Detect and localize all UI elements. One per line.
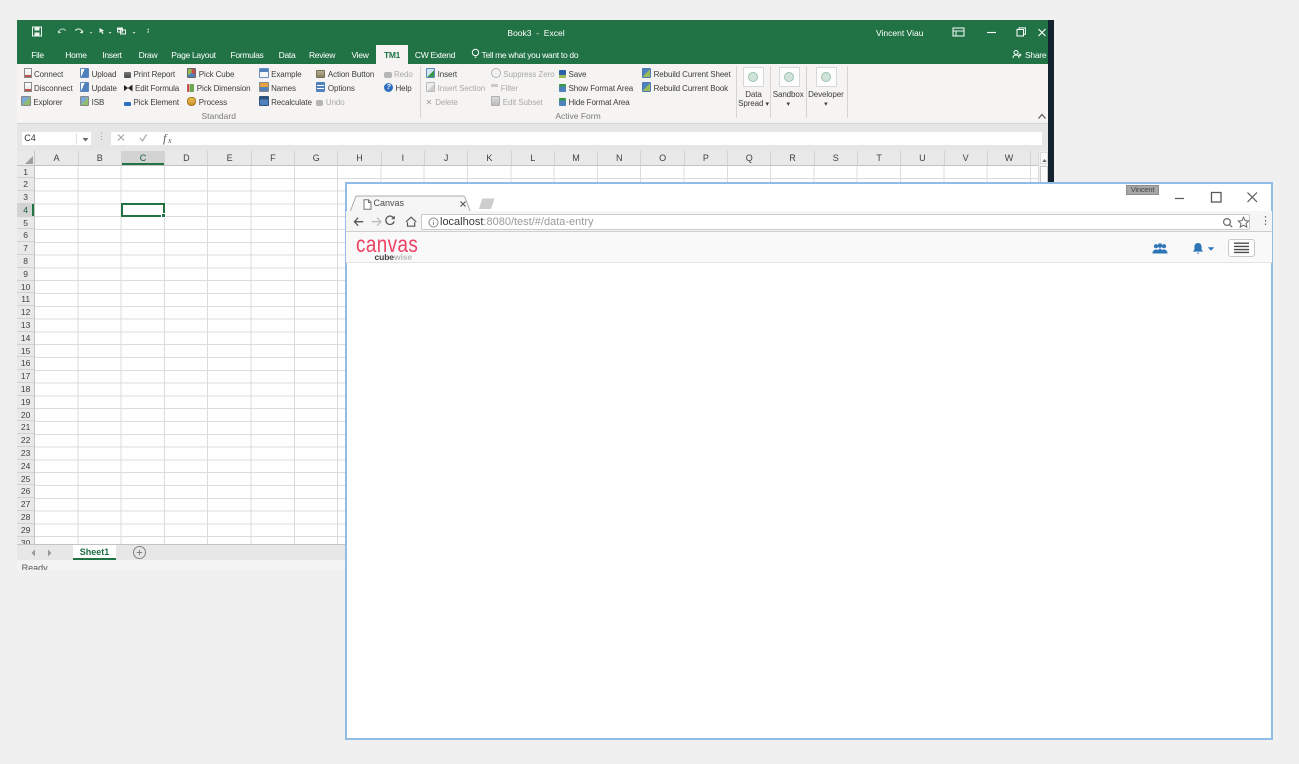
svg-text:x: x [167,136,172,145]
